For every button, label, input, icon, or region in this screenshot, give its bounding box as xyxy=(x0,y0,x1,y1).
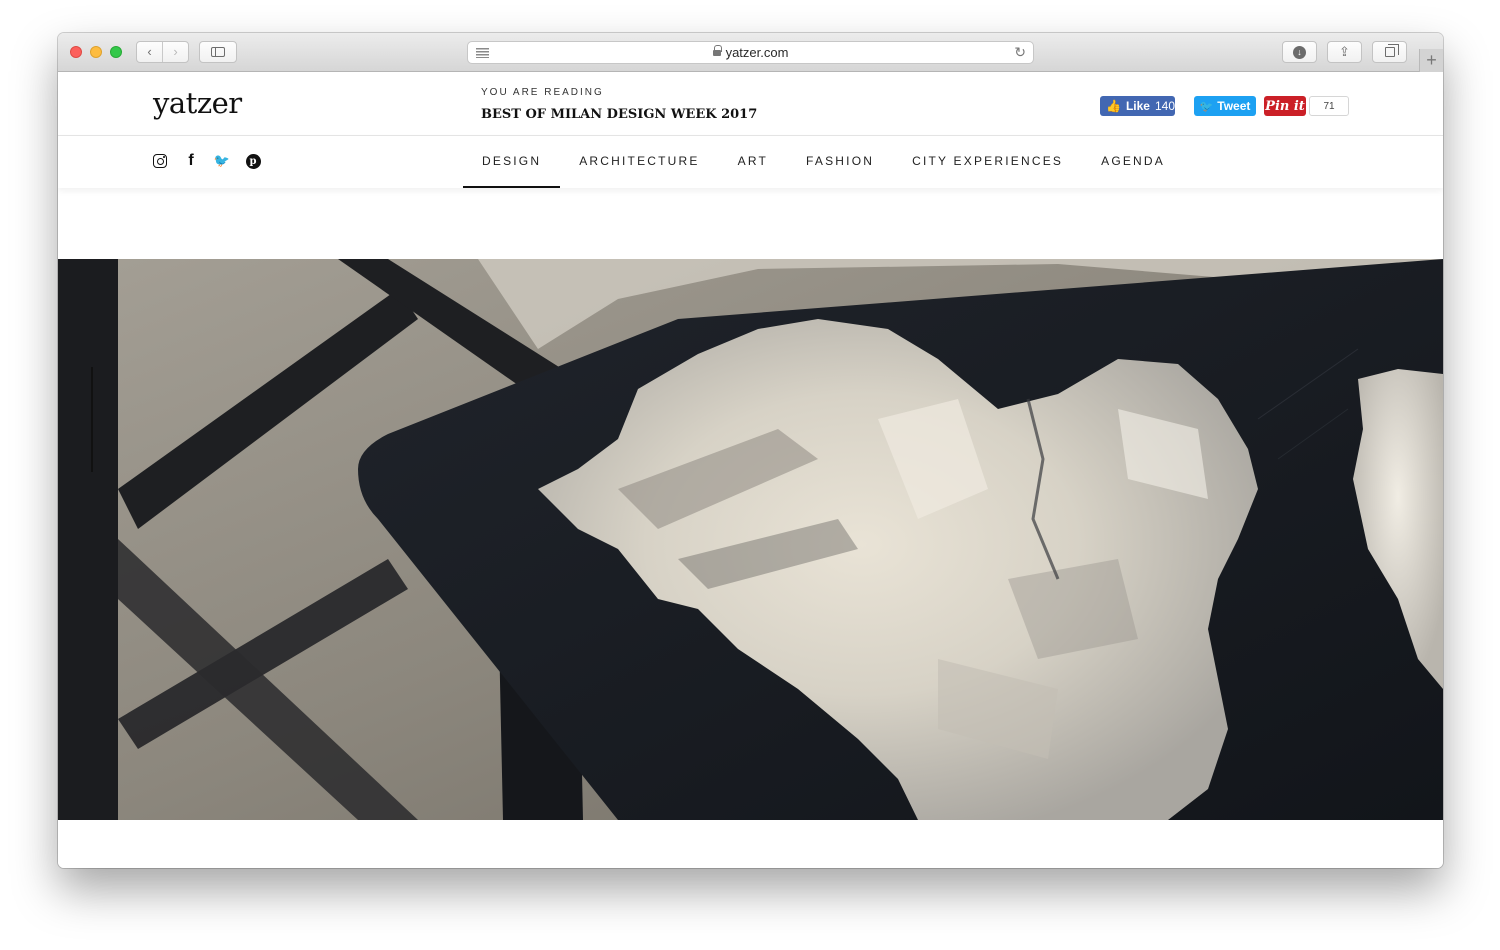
site-logo[interactable]: yatzer xyxy=(153,86,242,120)
pin-it-button[interactable]: Pin it xyxy=(1264,96,1306,116)
tab-overview-button[interactable] xyxy=(1372,41,1407,63)
page-content: yatzer YOU ARE READING BEST OF MILAN DES… xyxy=(58,72,1443,868)
facebook-like-label: Like xyxy=(1125,99,1150,113)
hero-photo xyxy=(58,259,1443,820)
url-text: yatzer.com xyxy=(725,45,789,60)
history-nav: ‹ › xyxy=(136,41,189,63)
reader-view-icon[interactable] xyxy=(476,48,489,58)
facebook-like-button[interactable]: 👍 Like 140 xyxy=(1100,96,1175,116)
downloads-button[interactable]: ↓ xyxy=(1282,41,1317,63)
nav-art[interactable]: ART xyxy=(719,136,787,188)
main-navigation-bar: f 🐦 p DESIGN ARCHITECTURE ART FASHION CI… xyxy=(58,136,1443,188)
download-icon: ↓ xyxy=(1293,45,1306,59)
tweet-button[interactable]: 🐦 Tweet xyxy=(1194,96,1256,116)
browser-window: ‹ › yatzer.com ↻ ↓ ⇪ + yatzer YOU ARE RE… xyxy=(58,33,1443,868)
share-icon: ⇪ xyxy=(1339,44,1350,59)
slide-indicator xyxy=(91,367,93,472)
twitter-icon[interactable]: 🐦 xyxy=(214,153,230,169)
hero-image[interactable] xyxy=(58,259,1443,820)
sidebar-toggle-button[interactable] xyxy=(199,41,237,63)
forward-button[interactable]: › xyxy=(162,42,188,62)
nav-architecture[interactable]: ARCHITECTURE xyxy=(560,136,718,188)
minimize-window-button[interactable] xyxy=(90,46,102,58)
pin-count-badge: 71 xyxy=(1309,96,1349,116)
share-button[interactable]: ⇪ xyxy=(1327,41,1362,63)
pinterest-icon[interactable]: p xyxy=(245,153,261,169)
tabs-icon xyxy=(1384,44,1399,57)
instagram-icon[interactable] xyxy=(152,153,168,169)
browser-toolbar: ‹ › yatzer.com ↻ ↓ ⇪ + xyxy=(58,33,1443,72)
category-nav: DESIGN ARCHITECTURE ART FASHION CITY EXP… xyxy=(463,136,1184,188)
reading-title[interactable]: BEST OF MILAN DESIGN WEEK 2017 xyxy=(481,107,757,122)
social-links: f 🐦 p xyxy=(152,152,261,169)
reload-icon[interactable]: ↻ xyxy=(1014,44,1026,61)
back-button[interactable]: ‹ xyxy=(137,42,162,62)
facebook-icon[interactable]: f xyxy=(183,152,199,169)
sidebar-icon xyxy=(211,47,225,57)
nav-design[interactable]: DESIGN xyxy=(463,136,561,188)
lock-icon xyxy=(712,44,722,59)
close-window-button[interactable] xyxy=(70,46,82,58)
tweet-label: Tweet xyxy=(1217,99,1251,113)
zoom-window-button[interactable] xyxy=(110,46,122,58)
nav-agenda[interactable]: AGENDA xyxy=(1082,136,1184,188)
address-bar[interactable]: yatzer.com ↻ xyxy=(467,41,1034,64)
twitter-bird-icon: 🐦 xyxy=(1199,100,1214,113)
site-header: yatzer YOU ARE READING BEST OF MILAN DES… xyxy=(58,72,1443,136)
facebook-like-count: 140 xyxy=(1154,99,1175,113)
nav-city-experiences[interactable]: CITY EXPERIENCES xyxy=(893,136,1082,188)
new-tab-button[interactable]: + xyxy=(1419,49,1443,72)
thumbs-up-icon: 👍 xyxy=(1106,99,1121,113)
reading-label: YOU ARE READING xyxy=(481,87,604,98)
nav-fashion[interactable]: FASHION xyxy=(787,136,893,188)
